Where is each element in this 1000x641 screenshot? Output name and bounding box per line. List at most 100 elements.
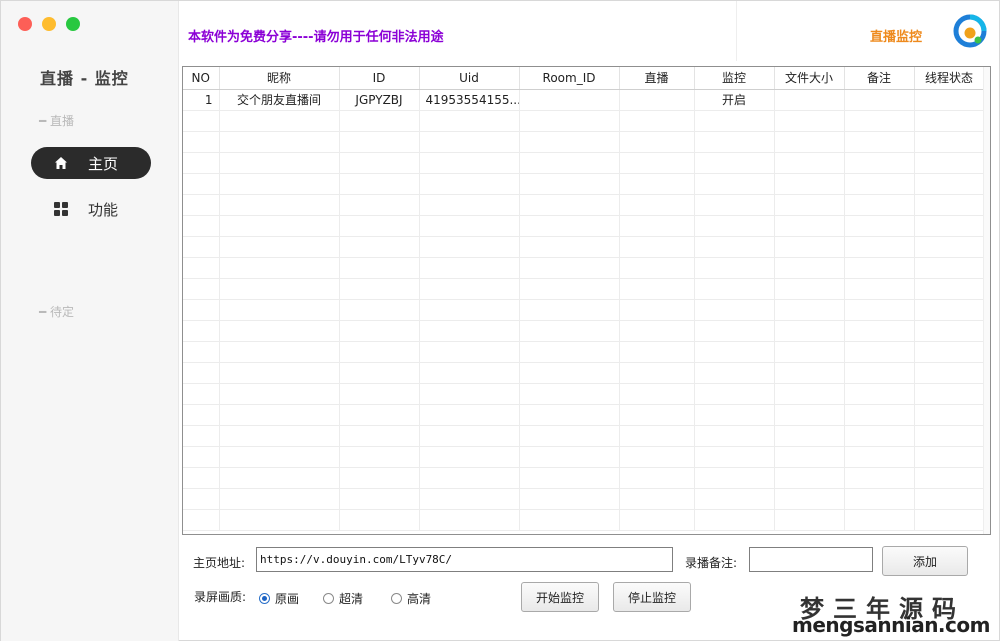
empty-cell xyxy=(844,341,915,363)
sidebar-item-label: 主页 xyxy=(88,154,119,173)
column-header-nickname[interactable]: 昵称 xyxy=(219,67,340,90)
empty-cell xyxy=(694,299,775,321)
empty-cell xyxy=(219,404,340,426)
empty-cell xyxy=(844,110,915,132)
empty-cell xyxy=(619,194,695,216)
column-header-no[interactable]: NO xyxy=(183,67,220,90)
empty-cell xyxy=(219,194,340,216)
quality-option-ultra[interactable]: 超清 xyxy=(323,590,363,607)
empty-cell xyxy=(519,278,620,300)
empty-cell xyxy=(339,173,420,195)
stop-monitor-button[interactable]: 停止监控 xyxy=(613,582,691,612)
empty-cell xyxy=(844,467,915,489)
empty-table-row xyxy=(183,383,985,405)
empty-cell xyxy=(519,236,620,258)
empty-cell xyxy=(219,131,340,153)
empty-cell xyxy=(694,488,775,510)
empty-cell xyxy=(219,383,340,405)
empty-cell xyxy=(419,215,520,237)
empty-cell xyxy=(183,131,220,153)
empty-cell xyxy=(183,320,220,342)
cell-note xyxy=(844,89,915,111)
column-header-monitor[interactable]: 监控 xyxy=(694,67,775,90)
empty-cell xyxy=(774,362,845,384)
start-monitor-button[interactable]: 开始监控 xyxy=(521,582,599,612)
empty-cell xyxy=(844,488,915,510)
column-header-room-id[interactable]: Room_ID xyxy=(519,67,620,90)
column-header-file-size[interactable]: 文件大小 xyxy=(774,67,845,90)
empty-cell xyxy=(619,362,695,384)
empty-cell xyxy=(619,278,695,300)
table-scrollbar[interactable] xyxy=(983,67,990,534)
empty-cell xyxy=(339,383,420,405)
empty-cell xyxy=(419,152,520,174)
close-window-button[interactable] xyxy=(18,17,32,31)
empty-cell xyxy=(419,509,520,531)
stream-table[interactable]: NO 昵称 ID Uid Room_ID 直播 监控 文件大小 备注 线程状态 … xyxy=(182,66,991,535)
column-header-note[interactable]: 备注 xyxy=(844,67,915,90)
empty-cell xyxy=(774,341,845,363)
empty-cell xyxy=(183,404,220,426)
column-header-live[interactable]: 直播 xyxy=(619,67,695,90)
empty-table-row xyxy=(183,257,985,279)
home-url-input[interactable] xyxy=(256,547,673,572)
empty-table-row xyxy=(183,362,985,384)
radio-label: 原画 xyxy=(275,592,300,606)
empty-cell xyxy=(774,425,845,447)
empty-cell xyxy=(519,194,620,216)
sidebar-item-functions[interactable]: 功能 xyxy=(31,193,151,225)
cell-nickname: 交个朋友直播间 xyxy=(219,89,340,111)
empty-table-row xyxy=(183,278,985,300)
empty-cell xyxy=(219,362,340,384)
quality-option-high[interactable]: 高清 xyxy=(391,590,431,607)
empty-cell xyxy=(774,383,845,405)
empty-cell xyxy=(844,152,915,174)
empty-cell xyxy=(844,299,915,321)
empty-cell xyxy=(419,404,520,426)
cell-room-id xyxy=(519,89,620,111)
maximize-window-button[interactable] xyxy=(66,17,80,31)
column-header-id[interactable]: ID xyxy=(339,67,420,90)
app-window: 直播 - 监控 ━ 直播 主页 功能 ━ 待定 本软件为免费分享----请勿用于… xyxy=(0,0,1000,641)
empty-cell xyxy=(694,131,775,153)
empty-cell xyxy=(914,152,985,174)
section-label-live: ━ 直播 xyxy=(39,114,75,128)
quality-option-original[interactable]: 原画 xyxy=(259,590,299,607)
column-header-uid[interactable]: Uid xyxy=(419,67,520,90)
radio-icon[interactable] xyxy=(323,593,334,604)
table-row[interactable]: 1 交个朋友直播间 JGPYZBJ 41953554155... 开启 xyxy=(183,89,985,111)
empty-cell xyxy=(183,215,220,237)
empty-cell xyxy=(694,194,775,216)
add-button[interactable]: 添加 xyxy=(882,546,968,576)
column-header-thread-status[interactable]: 线程状态 xyxy=(914,67,985,90)
empty-cell xyxy=(419,173,520,195)
empty-cell xyxy=(419,446,520,468)
radio-selected-icon[interactable] xyxy=(259,593,270,604)
empty-cell xyxy=(183,488,220,510)
radio-label: 超清 xyxy=(339,592,364,606)
empty-cell xyxy=(914,446,985,468)
empty-cell xyxy=(914,257,985,279)
empty-cell xyxy=(914,383,985,405)
record-note-input[interactable] xyxy=(749,547,873,572)
sidebar-item-home[interactable]: 主页 xyxy=(31,147,151,179)
empty-cell xyxy=(694,278,775,300)
empty-cell xyxy=(914,236,985,258)
empty-cell xyxy=(339,404,420,426)
radio-icon[interactable] xyxy=(391,593,402,604)
empty-cell xyxy=(219,236,340,258)
empty-table-row xyxy=(183,299,985,321)
empty-cell xyxy=(619,215,695,237)
empty-cell xyxy=(519,152,620,174)
empty-cell xyxy=(914,509,985,531)
stream-table-grid: NO 昵称 ID Uid Room_ID 直播 监控 文件大小 备注 线程状态 … xyxy=(183,67,985,531)
cell-live xyxy=(619,89,695,111)
empty-cell xyxy=(339,257,420,279)
empty-cell xyxy=(183,446,220,468)
minimize-window-button[interactable] xyxy=(42,17,56,31)
empty-cell xyxy=(339,446,420,468)
empty-cell xyxy=(694,152,775,174)
empty-cell xyxy=(619,173,695,195)
empty-cell xyxy=(183,194,220,216)
empty-cell xyxy=(219,467,340,489)
